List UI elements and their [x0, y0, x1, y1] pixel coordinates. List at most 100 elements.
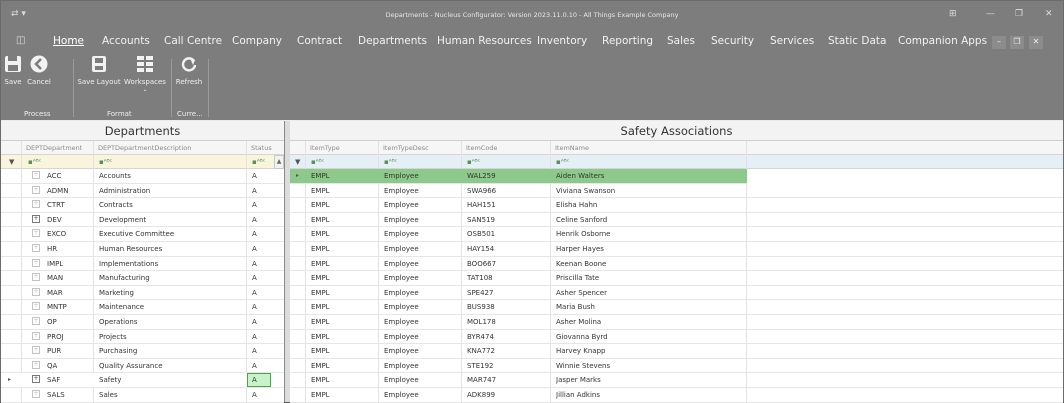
col-dept-desc[interactable]: DEPTDepartmentDescription: [98, 144, 191, 152]
table-row[interactable]: EMPL Employee MOL178 Asher Molina: [290, 315, 1063, 330]
table-row[interactable]: EMPL Employee TAT108 Priscilla Tate: [290, 271, 1063, 286]
menu-call-centre[interactable]: Call Centre: [164, 35, 222, 47]
table-row[interactable]: EMPL Employee SAN519 Celine Sanford: [290, 213, 1063, 228]
filter-desc-icon[interactable]: ▪ᴬᴮᶜ: [99, 158, 112, 166]
mdi-minimize-button[interactable]: –: [992, 36, 1006, 49]
menu-company[interactable]: Company: [232, 35, 282, 47]
menu-services[interactable]: Services: [770, 35, 814, 47]
table-row[interactable]: + HR Human Resources A: [1, 242, 284, 257]
restore-icon[interactable]: ❐: [1015, 9, 1023, 19]
filter-name-icon[interactable]: ▪ᴬᴮᶜ: [556, 158, 569, 166]
expand-icon[interactable]: +: [32, 171, 40, 179]
cancel-button[interactable]: Cancel: [25, 55, 53, 86]
workspaces-button[interactable]: Workspaces ⌄: [123, 55, 167, 93]
table-row[interactable]: EMPL Employee BOO667 Keenan Boone: [290, 257, 1063, 272]
col-dept[interactable]: DEPTDepartment: [26, 144, 82, 152]
expand-icon[interactable]: +: [32, 390, 40, 398]
status-cell-focus[interactable]: [247, 373, 271, 388]
col-item-code[interactable]: ItemCode: [466, 144, 497, 152]
item-code: SPE427: [467, 288, 494, 297]
scroll-up-button[interactable]: ▲: [274, 155, 284, 169]
expand-icon[interactable]: +: [32, 360, 40, 369]
expand-icon[interactable]: +: [32, 229, 40, 238]
expand-icon[interactable]: +: [32, 258, 40, 267]
table-row[interactable]: + PUR Purchasing A: [1, 344, 284, 359]
table-row[interactable]: + EXCO Executive Committee A: [1, 227, 284, 242]
col-status[interactable]: Status: [251, 144, 272, 152]
table-row[interactable]: + QA Quality Assurance A: [1, 359, 284, 374]
quick-access-icon[interactable]: ◫: [16, 35, 25, 46]
table-row[interactable]: EMPL Employee MAR747 Jasper Marks: [290, 373, 1063, 388]
expand-icon[interactable]: +: [32, 214, 40, 223]
menu-contract[interactable]: Contract: [297, 35, 342, 47]
item-type: EMPL: [311, 274, 330, 283]
menu-inventory[interactable]: Inventory: [537, 35, 587, 47]
save-layout-button[interactable]: Save Layout: [77, 55, 121, 86]
table-row[interactable]: + ADMN Administration A: [1, 184, 284, 199]
dept-status: A: [252, 230, 257, 239]
menu-companion-apps[interactable]: Companion Apps: [898, 35, 987, 47]
dept-status: A: [252, 259, 257, 268]
menu-departments[interactable]: Departments: [358, 35, 427, 47]
filter-typedesc-icon[interactable]: ▪ᴬᴮᶜ: [384, 158, 397, 166]
expand-icon[interactable]: +: [32, 375, 40, 384]
table-row[interactable]: EMPL Employee ADK899 Jillian Adkins: [290, 388, 1063, 403]
close-icon[interactable]: ✕: [1045, 9, 1053, 19]
filter-icon[interactable]: ▼: [9, 158, 14, 166]
expand-icon[interactable]: +: [32, 200, 40, 209]
table-row[interactable]: + SALS Sales A: [1, 388, 284, 403]
col-item-type-desc[interactable]: ItemTypeDesc: [383, 144, 429, 152]
filter-status-icon[interactable]: ▪ᴬᴮᶜ: [252, 158, 265, 166]
expand-icon[interactable]: +: [32, 244, 40, 252]
menu-reporting[interactable]: Reporting: [602, 35, 653, 47]
table-row[interactable]: EMPL Employee STE192 Winnie Stevens: [290, 359, 1063, 374]
expand-icon[interactable]: +: [32, 346, 40, 355]
expand-icon[interactable]: +: [32, 317, 40, 325]
table-row[interactable]: + IMPL Implementations A: [1, 257, 284, 272]
expand-icon[interactable]: +: [32, 185, 40, 194]
expand-icon[interactable]: +: [32, 273, 40, 282]
minimize-icon[interactable]: —: [986, 9, 995, 19]
dept-status: A: [252, 201, 257, 210]
table-row[interactable]: EMPL Employee SPE427 Asher Spencer: [290, 286, 1063, 301]
table-row[interactable]: + DEV Development A: [1, 213, 284, 228]
table-row[interactable]: + MAN Manufacturing A: [1, 271, 284, 286]
table-row[interactable]: EMPL Employee SWA966 Viviana Swanson: [290, 184, 1063, 199]
mdi-close-button[interactable]: ✕: [1029, 36, 1043, 49]
table-row[interactable]: + ACC Accounts A: [1, 169, 284, 184]
menu-security[interactable]: Security: [711, 35, 754, 47]
table-row[interactable]: EMPL Employee BYR474 Giovanna Byrd: [290, 330, 1063, 345]
refresh-label: Refresh: [175, 78, 203, 86]
table-row[interactable]: + MAR Marketing A: [1, 286, 284, 301]
menu-sales[interactable]: Sales: [667, 35, 695, 47]
col-item-name[interactable]: ItemName: [555, 144, 589, 152]
expand-icon[interactable]: +: [32, 302, 40, 311]
table-row[interactable]: EMPL Employee HAY154 Harper Hayes: [290, 242, 1063, 257]
col-item-type[interactable]: ItemType: [310, 144, 340, 152]
table-row[interactable]: ▸ EMPL Employee WAL259 Aiden Walters: [290, 169, 747, 184]
table-row[interactable]: EMPL Employee BUS938 Maria Bush: [290, 300, 1063, 315]
item-type: EMPL: [311, 288, 330, 297]
menu-home[interactable]: Home: [53, 35, 84, 47]
layout-icon[interactable]: ⊞: [949, 9, 957, 19]
mdi-restore-button[interactable]: ❐: [1010, 36, 1024, 49]
expand-icon[interactable]: +: [32, 331, 40, 340]
filter-type-icon[interactable]: ▪ᴬᴮᶜ: [311, 158, 324, 166]
refresh-button[interactable]: Refresh: [174, 55, 204, 86]
menu-static-data[interactable]: Static Data: [828, 35, 886, 47]
table-row[interactable]: EMPL Employee KNA772 Harvey Knapp: [290, 344, 1063, 359]
table-row[interactable]: EMPL Employee HAH151 Elisha Hahn: [290, 198, 1063, 213]
table-row[interactable]: + MNTP Maintenance A: [1, 300, 284, 315]
table-row[interactable]: + CTRT Contracts A: [1, 198, 284, 213]
expand-icon[interactable]: +: [32, 287, 40, 296]
table-row[interactable]: ▸ + SAF Safety A: [1, 373, 284, 388]
save-button[interactable]: Save: [3, 55, 23, 86]
table-row[interactable]: EMPL Employee OSB501 Henrik Osborne: [290, 227, 1063, 242]
table-row[interactable]: + PROJ Projects A: [1, 330, 284, 345]
menu-accounts[interactable]: Accounts: [102, 35, 150, 47]
filter-code-icon[interactable]: ▪ᴬᴮᶜ: [467, 158, 480, 166]
filter-dept-icon[interactable]: ▪ᴬᴮᶜ: [28, 158, 41, 166]
menu-human-resources[interactable]: Human Resources: [437, 35, 532, 47]
table-row[interactable]: + OP Operations A: [1, 315, 284, 330]
filter-icon[interactable]: ▼: [295, 158, 300, 166]
